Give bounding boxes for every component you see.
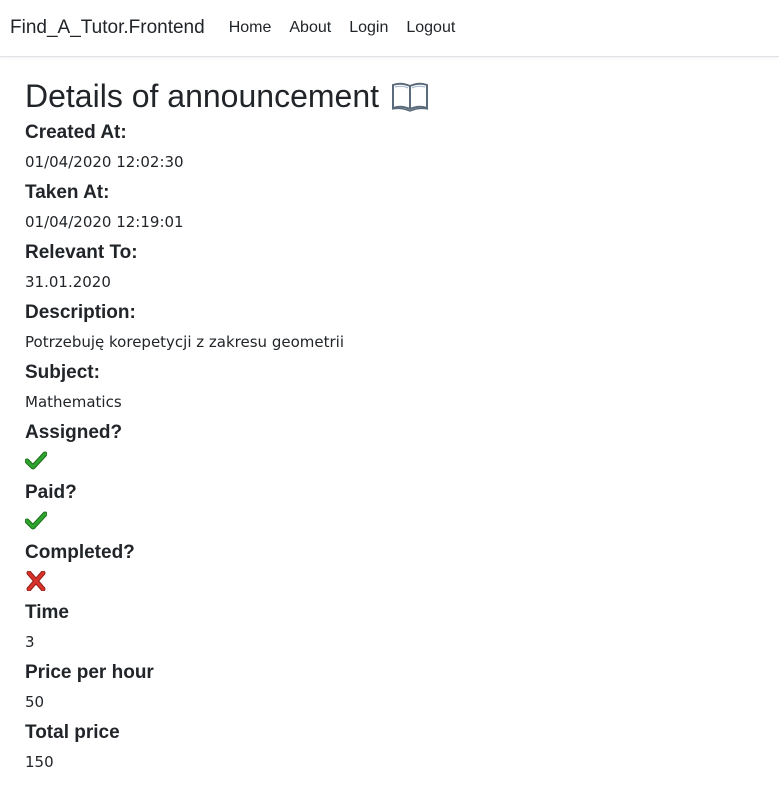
field-created-at: Created At: 01/04/2020 12:02:30 — [25, 119, 755, 178]
field-subject: Subject: Mathematics — [25, 359, 755, 418]
field-paid: Paid? — [24, 479, 755, 538]
main-content: Details of announcement Created At: 01/0… — [24, 74, 755, 778]
created-at-label: Created At: — [25, 122, 127, 143]
check-mark-icon — [24, 451, 48, 470]
nav-link-logout[interactable]: Logout — [397, 19, 464, 37]
top-navbar: Find_A_Tutor.Frontend Home About Login L… — [0, 0, 779, 57]
total-price-value: 150 — [25, 753, 54, 771]
description-value: Potrzebuję korepetycji z zakresu geometr… — [25, 333, 344, 351]
relevant-to-label: Relevant To: — [25, 242, 138, 263]
taken-at-value: 01/04/2020 12:19:01 — [25, 213, 184, 231]
taken-at-label: Taken At: — [25, 182, 110, 203]
subject-value: Mathematics — [25, 393, 122, 411]
field-total-price: Total price 150 — [25, 719, 755, 778]
page-title: Details of announcement — [25, 78, 379, 114]
created-at-value: 01/04/2020 12:02:30 — [25, 153, 184, 171]
assigned-label: Assigned? — [25, 422, 123, 443]
open-book-icon — [391, 80, 429, 112]
relevant-to-value: 31.01.2020 — [25, 273, 111, 291]
time-value: 3 — [25, 633, 35, 651]
field-completed: Completed? — [25, 539, 755, 598]
field-price-per-hour: Price per hour 50 — [25, 659, 755, 718]
nav-link-about[interactable]: About — [280, 19, 340, 37]
field-assigned: Assigned? — [24, 419, 755, 478]
nav-link-home[interactable]: Home — [220, 19, 281, 37]
price-per-hour-label: Price per hour — [25, 662, 154, 683]
page-title-row: Details of announcement — [25, 74, 755, 118]
completed-label: Completed? — [25, 542, 135, 563]
field-taken-at: Taken At: 01/04/2020 12:19:01 — [25, 179, 755, 238]
nav-links: Home About Login Logout — [220, 19, 465, 37]
description-label: Description: — [25, 302, 136, 323]
total-price-label: Total price — [25, 722, 120, 743]
time-label: Time — [25, 602, 70, 623]
nav-link-login[interactable]: Login — [340, 19, 397, 37]
price-per-hour-value: 50 — [25, 693, 45, 711]
subject-label: Subject: — [25, 362, 100, 383]
field-time: Time 3 — [25, 599, 755, 658]
navbar-brand[interactable]: Find_A_Tutor.Frontend — [10, 17, 205, 39]
cross-mark-icon — [26, 570, 46, 592]
paid-label: Paid? — [25, 482, 77, 503]
check-mark-icon — [24, 511, 48, 530]
field-relevant-to: Relevant To: 31.01.2020 — [25, 239, 755, 298]
field-description: Description: Potrzebuję korepetycji z za… — [25, 299, 755, 358]
